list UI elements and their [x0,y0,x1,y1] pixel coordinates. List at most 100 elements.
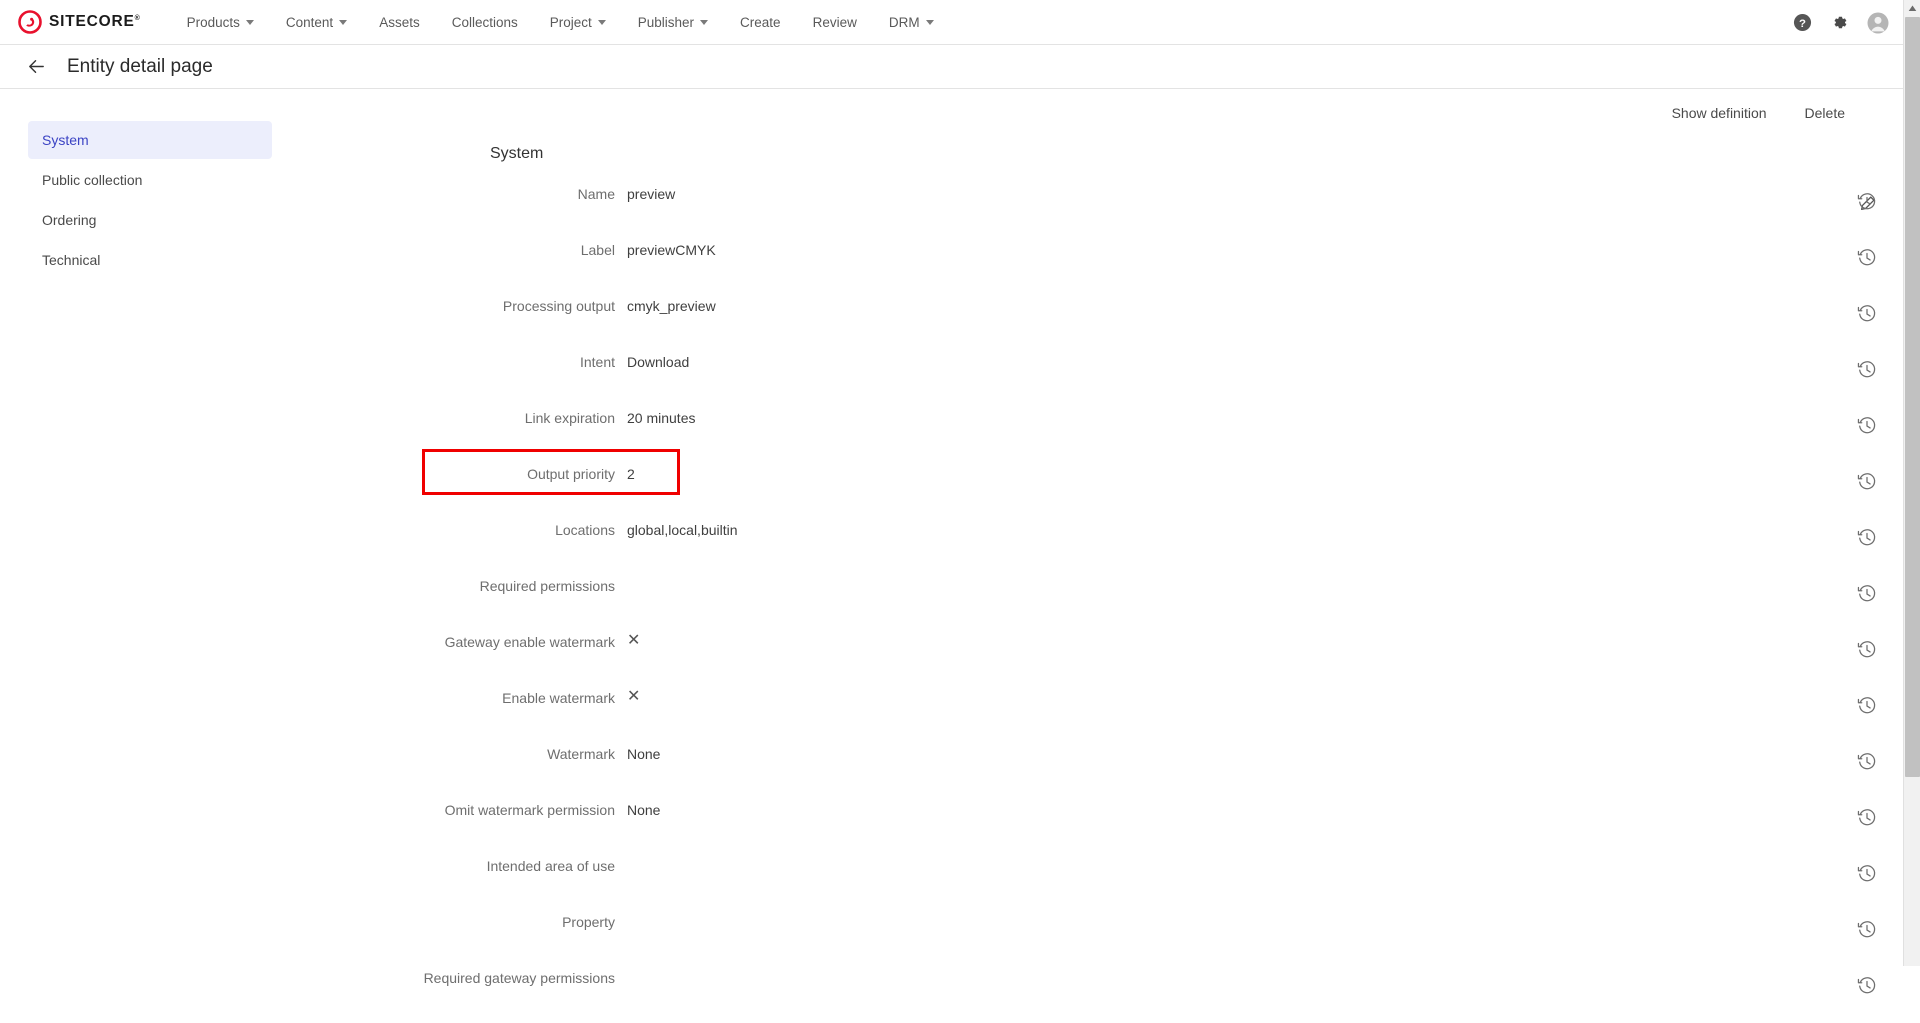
history-icon[interactable] [1847,911,1887,947]
history-icon[interactable] [1847,463,1887,499]
nav-item-products[interactable]: Products [171,0,270,45]
sidebar: System Public collection Ordering Techni… [0,89,300,281]
chevron-down-icon [245,19,254,25]
sidebar-item-public-collection[interactable]: Public collection [28,161,272,199]
history-icon[interactable] [1847,407,1887,443]
nav-label: Products [186,14,240,30]
history-icon[interactable] [1847,183,1887,219]
sidebar-item-label: Technical [42,252,101,268]
form-row-label: Name [577,186,615,202]
nav-label: Content [285,14,334,30]
chevron-down-icon [700,19,709,25]
chevron-down-icon [597,19,606,25]
gear-icon[interactable] [1830,13,1849,32]
form-row: Processing output cmyk_preview [300,295,1903,331]
form-row-value: Download [627,354,690,370]
history-icon[interactable] [1847,855,1887,891]
form-row-value: cmyk_preview [627,298,716,314]
form-row-value: None [627,746,661,762]
sitecore-logo-mark [18,10,42,34]
history-icon[interactable] [1847,687,1887,723]
form-row-label: Omit watermark permission [444,802,615,818]
form-row: Intended area of use [300,855,1903,891]
form-row-label: Intent [579,354,615,370]
form-row-value: 20 minutes [627,410,696,426]
nav-label: Review [812,14,857,30]
form-row-value: None [627,802,661,818]
scrollbar-thumb[interactable] [1905,17,1920,777]
form-row-label: Watermark [547,746,615,762]
sidebar-item-technical[interactable]: Technical [28,241,272,279]
form-rows: Name preview Label previewCMYK Processing ou… [300,183,1903,1003]
form-row: Intent Download [300,351,1903,387]
form-row-value: preview [627,186,676,202]
form-row: Gateway enable watermark ✕ [300,631,1903,667]
form-row-label: Required permissions [479,578,615,594]
page-header: Entity detail page [0,45,1903,89]
history-icon[interactable] [1847,967,1887,1003]
nav-item-publisher[interactable]: Publisher [622,0,724,45]
form-row-label: Required gateway permissions [423,970,615,986]
form-row: Locations global,local,builtin [300,519,1903,555]
detail-form: System Name preview Label previewCMYK Proces… [300,89,1903,1023]
form-row-label: Gateway enable watermark [444,634,615,650]
form-row-value: 2 [627,466,635,482]
form-row-label: Enable watermark [502,690,615,706]
form-row: Name preview [300,183,1903,219]
form-row: Omit watermark permission None [300,799,1903,835]
nav-label: Publisher [637,14,695,30]
form-row-value: previewCMYK [627,242,716,258]
nav-items: Products Content Assets Collections Proj… [171,0,950,45]
nav-item-create[interactable]: Create [724,0,797,45]
topnav-right-icons: ? [1793,0,1903,45]
user-avatar-icon[interactable] [1867,12,1889,34]
history-icon[interactable] [1847,519,1887,555]
form-row-label: Locations [555,522,615,538]
form-row-label: Intended area of use [486,858,615,874]
sidebar-item-label: Ordering [42,212,97,228]
history-icon[interactable] [1847,799,1887,835]
form-row-label: Link expiration [524,410,615,426]
registered-trademark-icon: ® [134,14,141,22]
nav-item-drm[interactable]: DRM [873,0,950,45]
form-row-value-xmark: ✕ [627,688,641,705]
sidebar-item-system[interactable]: System [28,121,272,159]
history-icon[interactable] [1847,295,1887,331]
history-icon[interactable] [1847,743,1887,779]
form-row: Label previewCMYK [300,239,1903,275]
sitecore-logo[interactable]: SITECORE® [18,0,141,45]
page-scrollbar[interactable] [1903,0,1920,966]
page-title: Entity detail page [67,55,213,77]
nav-item-assets[interactable]: Assets [363,0,436,45]
scroll-up-arrow-icon[interactable] [1904,0,1920,17]
form-row-value-xmark: ✕ [627,632,641,649]
form-row: Link expiration 20 minutes [300,407,1903,443]
nav-label: Project [549,14,592,30]
form-row: Required permissions [300,575,1903,611]
nav-item-content[interactable]: Content [270,0,363,45]
form-row: Watermark None [300,743,1903,779]
form-row-value [627,575,1903,578]
nav-item-collections[interactable]: Collections [436,0,534,45]
history-icon[interactable] [1847,239,1887,275]
svg-text:?: ? [1799,18,1806,30]
history-icon[interactable] [1847,575,1887,611]
form-row: Required gateway permissions [300,967,1903,1003]
form-row-value [627,967,1903,970]
form-row-label: Property [562,914,615,930]
nav-item-project[interactable]: Project [534,0,622,45]
form-row-value: global,local,builtin [627,522,738,538]
history-icon[interactable] [1847,351,1887,387]
top-navigation-bar: SITECORE® Products Content Assets Collec… [0,0,1903,45]
arrow-left-icon[interactable] [26,56,47,77]
nav-item-review[interactable]: Review [797,0,873,45]
sitecore-wordmark: SITECORE® [49,13,141,30]
sidebar-item-ordering[interactable]: Ordering [28,201,272,239]
help-icon[interactable]: ? [1793,13,1812,32]
history-icon[interactable] [1847,631,1887,667]
form-row: Output priority 2 [300,463,1903,499]
nav-label: Create [740,14,781,30]
form-row: Enable watermark ✕ [300,687,1903,723]
section-title: System [490,145,544,162]
sidebar-item-label: Public collection [42,172,143,188]
